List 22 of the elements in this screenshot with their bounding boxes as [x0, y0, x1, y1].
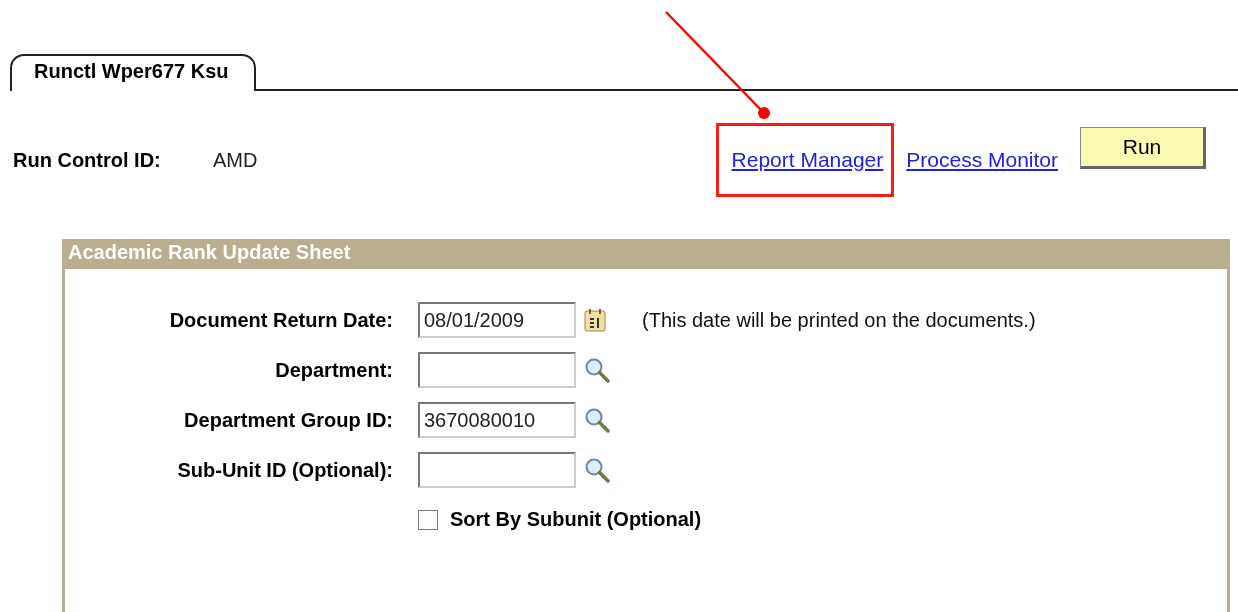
field-label: Department:	[274, 358, 393, 382]
input-field[interactable]: 3670080010	[418, 402, 576, 438]
input-field[interactable]	[418, 352, 576, 388]
input-field[interactable]: 08/01/2009	[418, 302, 576, 338]
field-label: Sub-Unit ID (Optional):	[176, 458, 393, 482]
field-note: (This date will be printed on the documents.)	[642, 308, 1036, 332]
run-control-value: AMD	[213, 148, 258, 172]
field-label: Department Group ID:	[183, 408, 393, 432]
field-label: Document Return Date:	[168, 308, 393, 332]
search-icon[interactable]	[584, 457, 610, 483]
run-button[interactable]: Run	[1080, 127, 1206, 169]
input-field[interactable]	[418, 452, 576, 488]
checkbox-label: Sort By Subunit (Optional)	[450, 508, 702, 531]
tab[interactable]: Runctl Wper677 Ksu	[10, 54, 257, 91]
checkbox[interactable]	[418, 509, 438, 530]
report-link[interactable]: Report Manager	[731, 148, 884, 171]
panel-header: Academic Rank Update Sheet	[62, 239, 1230, 269]
calendar-icon[interactable]	[584, 308, 606, 332]
search-icon[interactable]	[584, 407, 610, 433]
report-link[interactable]: Process Monitor	[906, 148, 1058, 172]
search-icon[interactable]	[584, 357, 610, 383]
run-control-label: Run Control ID:	[13, 148, 162, 172]
